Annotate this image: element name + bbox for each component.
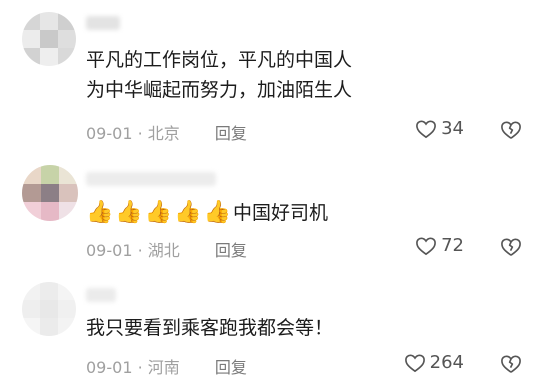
comment-location: 湖北 bbox=[147, 241, 180, 260]
dislike-button[interactable] bbox=[500, 237, 522, 261]
reply-button[interactable]: 回复 bbox=[215, 241, 247, 260]
comment-location: 北京 bbox=[147, 124, 180, 143]
like-button[interactable]: 264 bbox=[404, 352, 464, 373]
comment-date: 09-01 bbox=[86, 241, 133, 260]
avatar[interactable] bbox=[22, 12, 76, 66]
like-count: 72 bbox=[441, 235, 464, 256]
comment-text: 我只要看到乘客跑我都会等！ bbox=[86, 317, 334, 339]
heart-outline-icon bbox=[416, 119, 437, 138]
heart-outline-icon bbox=[404, 353, 425, 372]
thumbs-up-emoji: 👍 bbox=[174, 200, 202, 225]
comment-date: 09-01 bbox=[86, 124, 133, 143]
comment-item-3: 我只要看到乘客跑我都会等！ 09-01 · 河南 回复 264 bbox=[0, 278, 550, 378]
comment-location: 河南 bbox=[147, 358, 180, 377]
comment-text: 👍 👍 👍 👍 👍 中国好司机 bbox=[86, 200, 329, 226]
thumbs-up-emojis: 👍 👍 👍 👍 👍 bbox=[86, 200, 231, 226]
thumbs-up-emoji: 👍 bbox=[203, 200, 232, 225]
broken-heart-icon bbox=[501, 121, 521, 139]
username-blurred[interactable] bbox=[86, 288, 116, 302]
username-blurred[interactable] bbox=[86, 16, 120, 30]
like-count: 34 bbox=[441, 118, 464, 139]
username-blurred[interactable] bbox=[86, 172, 216, 186]
broken-heart-icon bbox=[501, 238, 521, 256]
comment-item-2: 👍 👍 👍 👍 👍 中国好司机 09-01 · 湖北 回复 72 bbox=[0, 155, 550, 270]
reply-button[interactable]: 回复 bbox=[215, 124, 247, 143]
comment-meta: 09-01 · 湖北 回复 bbox=[86, 241, 247, 260]
like-count: 264 bbox=[429, 352, 464, 373]
thumbs-up-emoji: 👍 bbox=[144, 200, 173, 225]
heart-outline-icon bbox=[416, 236, 437, 255]
avatar[interactable] bbox=[22, 282, 76, 336]
comment-meta: 09-01 · 北京 回复 bbox=[86, 124, 247, 143]
dislike-button[interactable] bbox=[500, 120, 522, 144]
comment-item-1: 平凡的工作岗位，平凡的中国人 为中华崛起而努力，加油陌生人 09-01 · 北京… bbox=[0, 0, 550, 150]
thumbs-up-emoji: 👍 bbox=[86, 200, 114, 225]
comment-date: 09-01 bbox=[86, 358, 133, 377]
broken-heart-icon bbox=[501, 355, 521, 373]
comment-text: 平凡的工作岗位，平凡的中国人 为中华崛起而努力，加油陌生人 bbox=[86, 49, 353, 101]
comment-meta: 09-01 · 河南 回复 bbox=[86, 358, 247, 377]
dislike-button[interactable] bbox=[500, 354, 522, 378]
like-button[interactable]: 34 bbox=[415, 118, 464, 139]
thumbs-up-emoji: 👍 bbox=[115, 200, 143, 225]
like-button[interactable]: 72 bbox=[415, 235, 464, 256]
avatar[interactable] bbox=[22, 165, 78, 221]
reply-button[interactable]: 回复 bbox=[215, 358, 247, 377]
